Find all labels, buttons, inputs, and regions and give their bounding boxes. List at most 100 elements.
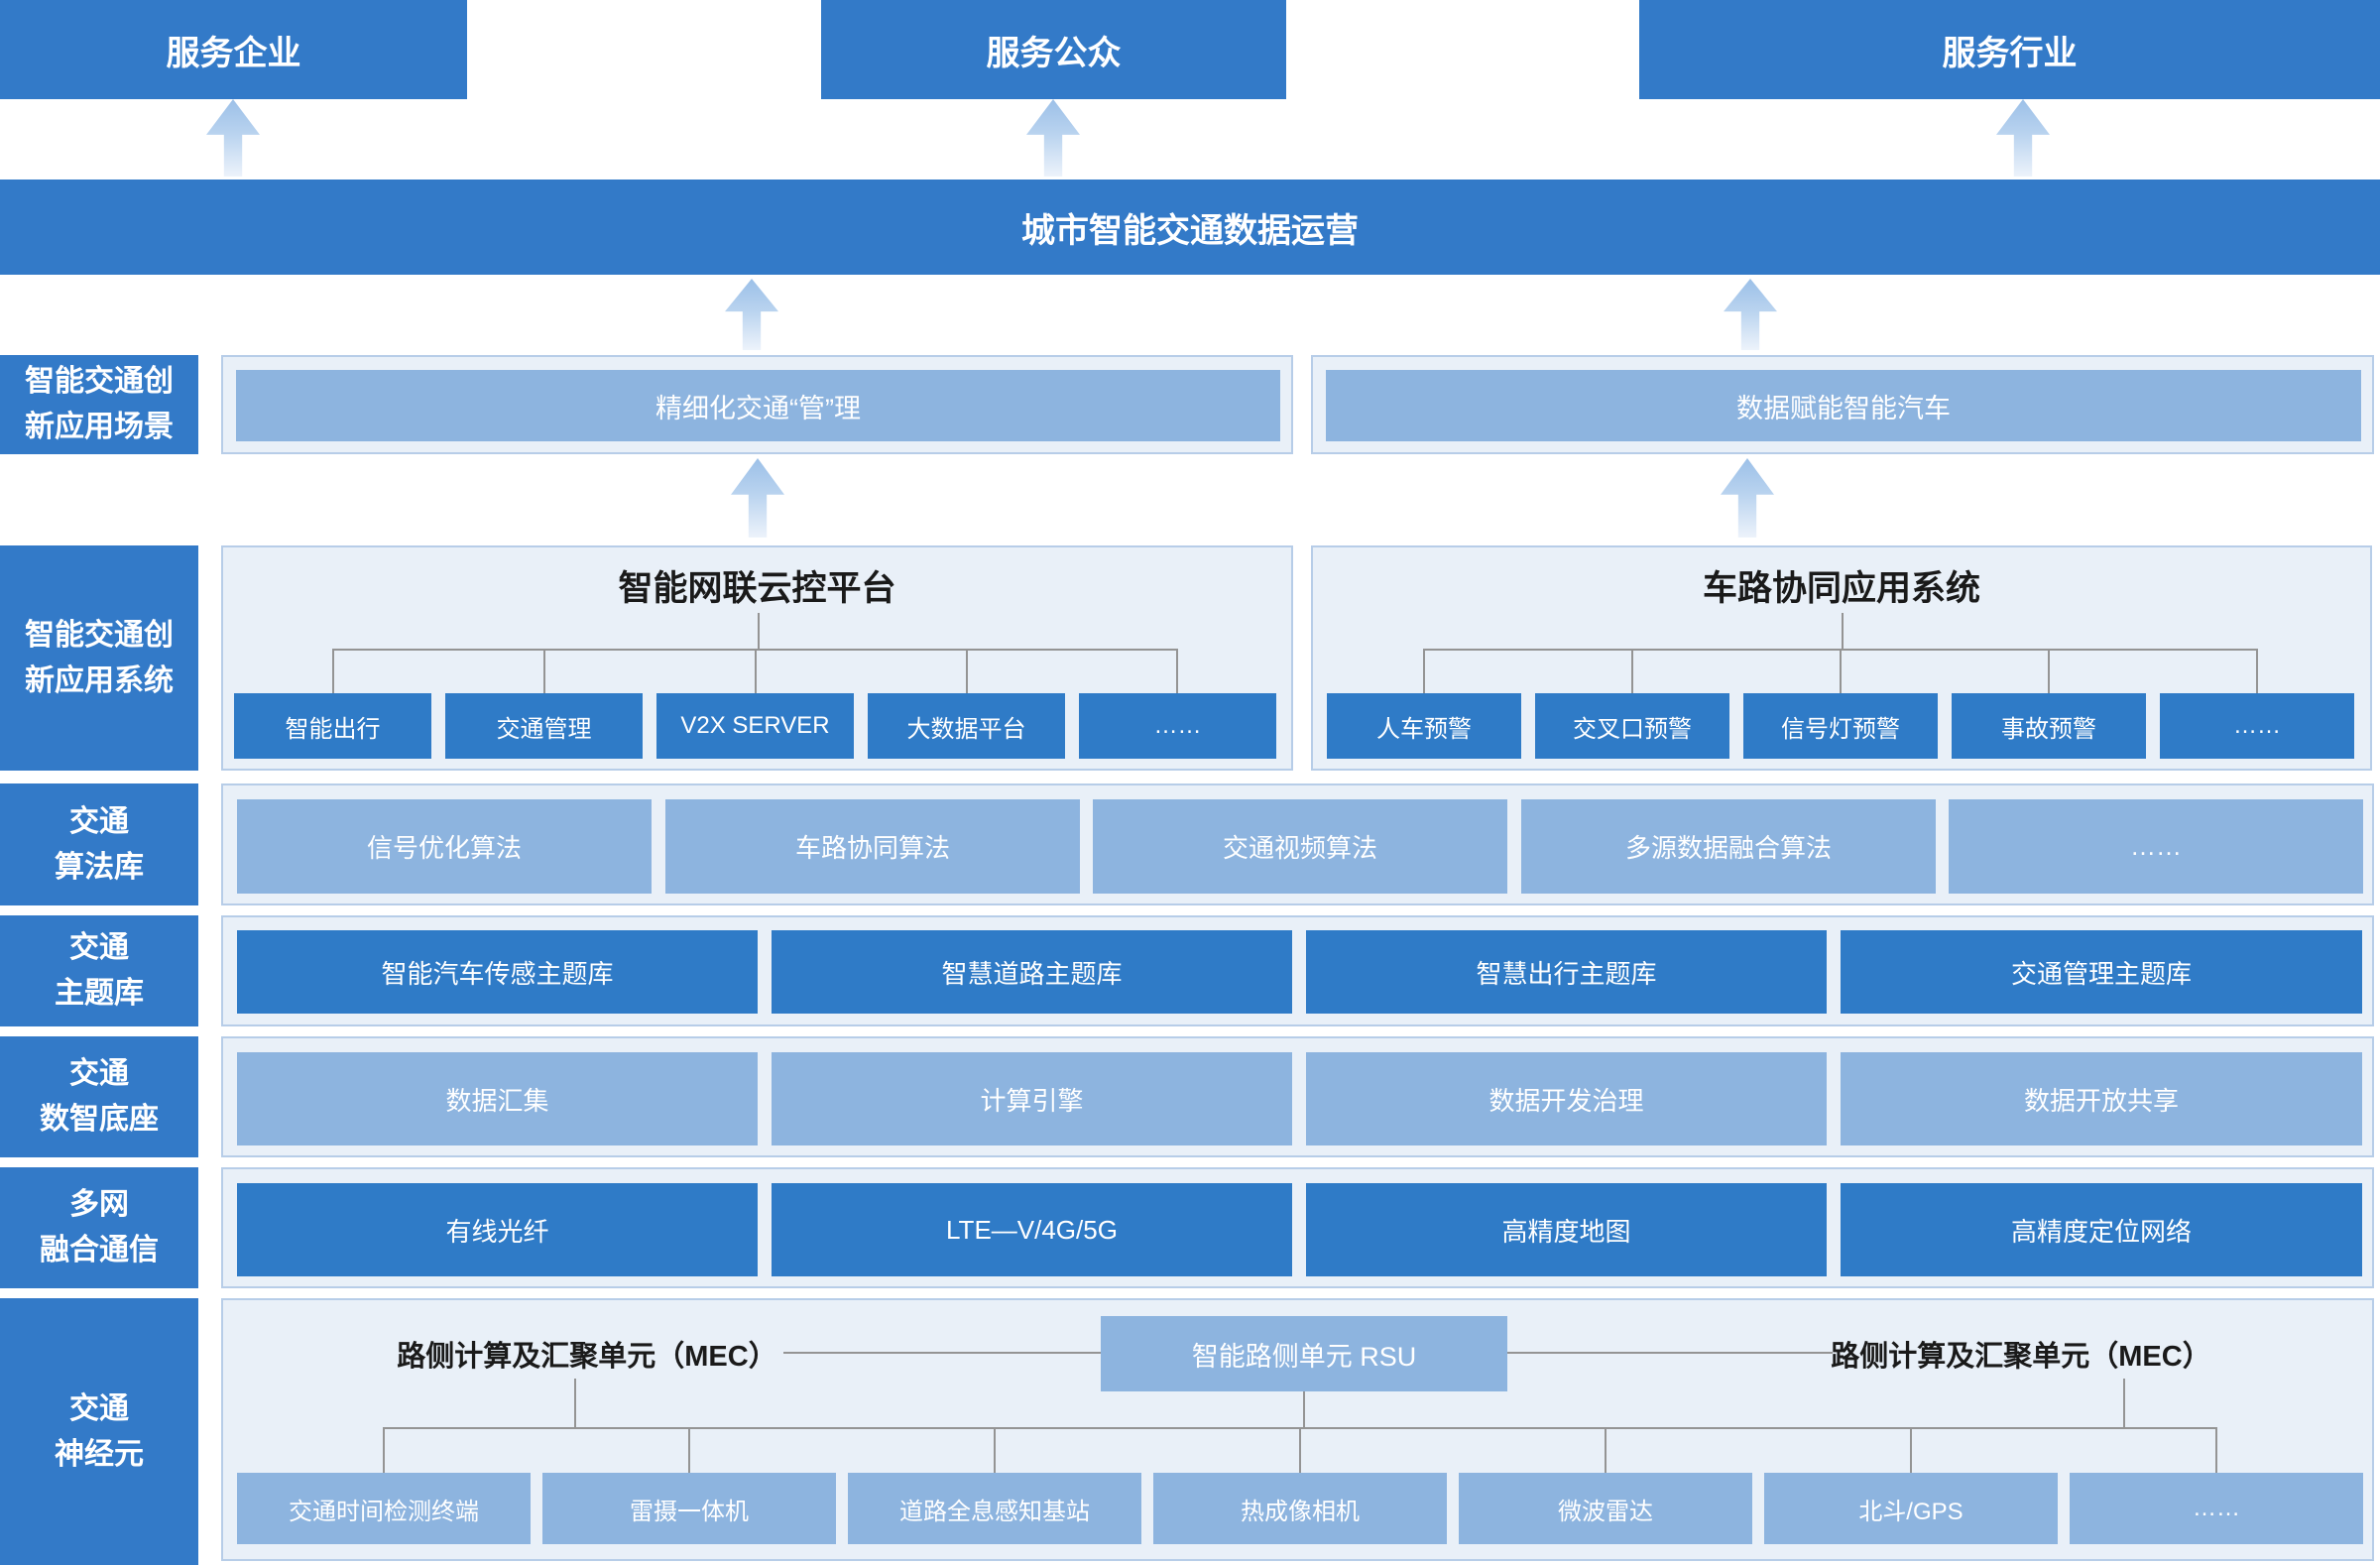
child-box-label: …… — [1154, 712, 1202, 740]
tree-line — [1910, 1427, 1912, 1473]
device-box-label: 热成像相机 — [1241, 1492, 1360, 1526]
sidebar-scene-line1: 智能交通创 — [25, 359, 174, 405]
algorithm-box-label: …… — [2130, 831, 2182, 862]
sidebar-themes-line2: 主题库 — [55, 971, 144, 1017]
device-box-label: 微波雷达 — [1558, 1492, 1653, 1526]
rsu-box-label: 智能路侧单元 RSU — [1192, 1335, 1417, 1374]
data-base-box-label: 数据开发治理 — [1488, 1081, 1643, 1118]
tree-line — [2256, 649, 2258, 693]
child-box-label: 事故预警 — [2001, 709, 2096, 744]
theme-box-smart-road: 智慧道路主题库 — [772, 930, 1292, 1014]
network-box-label: 高精度定位网络 — [2011, 1212, 2192, 1249]
child-box-more: …… — [1079, 693, 1276, 759]
device-box-label: 雷摄一体机 — [630, 1492, 749, 1526]
data-base-container: 数据汇集 计算引擎 数据开发治理 数据开放共享 — [221, 1036, 2374, 1157]
tree-line — [1631, 649, 1633, 693]
theme-box-label: 智慧道路主题库 — [941, 954, 1122, 991]
sidebar-scene-line2: 新应用场景 — [25, 405, 174, 450]
panel-title-label: 车路协同应用系统 — [1703, 560, 1980, 611]
rsu-box: 智能路侧单元 RSU — [1101, 1316, 1507, 1391]
child-box-accident-warning: 事故预警 — [1952, 693, 2146, 759]
scene-box-label: 精细化交通“管”理 — [655, 387, 861, 425]
network-box-hd-positioning: 高精度定位网络 — [1841, 1183, 2362, 1276]
child-box-signal-warning: 信号灯预警 — [1743, 693, 1938, 759]
data-base-box-compute-engine: 计算引擎 — [772, 1052, 1292, 1145]
tree-line — [1840, 649, 1842, 693]
up-arrow-icon — [1026, 99, 1080, 177]
main-operation-bar: 城市智能交通数据运营 — [0, 180, 2380, 275]
tree-line — [755, 649, 757, 693]
tree-line — [574, 1379, 576, 1427]
mec-left-label: 路侧计算及汇聚单元（MEC） — [299, 1331, 875, 1377]
sidebar-systems-line2: 新应用系统 — [25, 659, 174, 704]
child-box-more: …… — [2160, 693, 2354, 759]
panel-cloud-control-title: 智能网联云控平台 — [223, 559, 1291, 611]
architecture-diagram: 服务企业 服务公众 服务行业 城市智能交通数据运营 智能交通创 新应用场景 精细… — [0, 0, 2380, 1565]
tree-line — [688, 1427, 690, 1473]
child-box-label: 人车预警 — [1376, 709, 1472, 744]
device-box-label: 道路全息感知基站 — [899, 1492, 1090, 1526]
sidebar-systems: 智能交通创 新应用系统 — [0, 545, 198, 771]
top-service-label: 服务企业 — [167, 26, 301, 74]
data-base-box-collection: 数据汇集 — [237, 1052, 758, 1145]
child-box-label: 智能出行 — [286, 709, 381, 744]
tree-line — [1842, 613, 1844, 649]
tree-line — [332, 649, 334, 693]
tree-line — [1605, 1427, 1606, 1473]
algorithm-box-label: 车路协同算法 — [795, 828, 950, 865]
up-arrow-icon — [725, 279, 778, 350]
algorithm-box-signal-optimization: 信号优化算法 — [237, 799, 652, 894]
tree-line — [383, 1427, 385, 1473]
device-box-label: 北斗/GPS — [1858, 1492, 1963, 1526]
sidebar-network-line1: 多网 — [69, 1182, 129, 1228]
scene-box-smart-vehicle: 数据赋能智能汽车 — [1326, 370, 2361, 441]
algorithm-box-multisource-fusion: 多源数据融合算法 — [1521, 799, 1936, 894]
data-base-box-label: 数据开放共享 — [2024, 1081, 2179, 1118]
child-box-label: V2X SERVER — [680, 712, 829, 740]
scene-container-left: 精细化交通“管”理 — [221, 355, 1293, 454]
child-box-pedestrian-warning: 人车预警 — [1327, 693, 1521, 759]
sidebar-network-line2: 融合通信 — [40, 1228, 159, 1273]
scene-box-label: 数据赋能智能汽车 — [1736, 387, 1951, 425]
sidebar-algorithms-line1: 交通 — [69, 799, 129, 845]
top-service-label: 服务公众 — [987, 26, 1122, 74]
child-box-label: 信号灯预警 — [1781, 709, 1900, 744]
device-box-holographic-station: 道路全息感知基站 — [848, 1473, 1141, 1544]
child-box-label: 大数据平台 — [907, 709, 1026, 744]
up-arrow-icon — [1721, 458, 1774, 538]
tree-line — [2123, 1379, 2125, 1427]
neurons-container: 路侧计算及汇聚单元（MEC） 智能路侧单元 RSU 路侧计算及汇聚单元（MEC）… — [221, 1298, 2374, 1561]
tree-line — [1299, 1427, 1301, 1473]
device-box-incident-terminal: 交通时间检测终端 — [237, 1473, 531, 1544]
network-box-lte: LTE—V/4G/5G — [772, 1183, 1292, 1276]
sidebar-neurons-line2: 神经元 — [55, 1432, 144, 1478]
device-box-thermal-camera: 热成像相机 — [1153, 1473, 1447, 1544]
tree-line — [1507, 1352, 1833, 1354]
data-base-box-dev-governance: 数据开发治理 — [1306, 1052, 1827, 1145]
up-arrow-icon — [206, 99, 260, 177]
data-base-box-label: 计算引擎 — [980, 1081, 1083, 1118]
mec-label: 路侧计算及汇聚单元（MEC） — [397, 1333, 776, 1375]
top-service-box-industry: 服务行业 — [1639, 0, 2380, 99]
tree-line — [2048, 649, 2050, 693]
data-base-box-open-sharing: 数据开放共享 — [1841, 1052, 2362, 1145]
algorithm-box-label: 多源数据融合算法 — [1625, 828, 1832, 865]
sidebar-algorithms: 交通 算法库 — [0, 783, 198, 905]
child-box-bigdata: 大数据平台 — [868, 693, 1065, 759]
sidebar-algorithms-line2: 算法库 — [55, 845, 144, 891]
main-operation-bar-label: 城市智能交通数据运营 — [1021, 203, 1359, 252]
theme-box-label: 智慧出行主题库 — [1476, 954, 1656, 991]
tree-line — [1303, 1391, 1305, 1427]
child-box-v2x-server: V2X SERVER — [656, 693, 854, 759]
algorithm-box-vehicle-road: 车路协同算法 — [665, 799, 1080, 894]
top-service-box-public: 服务公众 — [821, 0, 1286, 99]
data-base-box-label: 数据汇集 — [445, 1081, 548, 1118]
up-arrow-icon — [1996, 99, 2050, 177]
child-box-label: 交通管理 — [497, 709, 592, 744]
mec-right-label: 路侧计算及汇聚单元（MEC） — [1733, 1331, 2309, 1377]
top-service-label: 服务行业 — [1943, 26, 2078, 74]
top-service-box-enterprise: 服务企业 — [0, 0, 467, 99]
algorithm-box-more: …… — [1949, 799, 2363, 894]
mec-label: 路侧计算及汇聚单元（MEC） — [1831, 1333, 2210, 1375]
device-box-radar-camera: 雷摄一体机 — [542, 1473, 836, 1544]
